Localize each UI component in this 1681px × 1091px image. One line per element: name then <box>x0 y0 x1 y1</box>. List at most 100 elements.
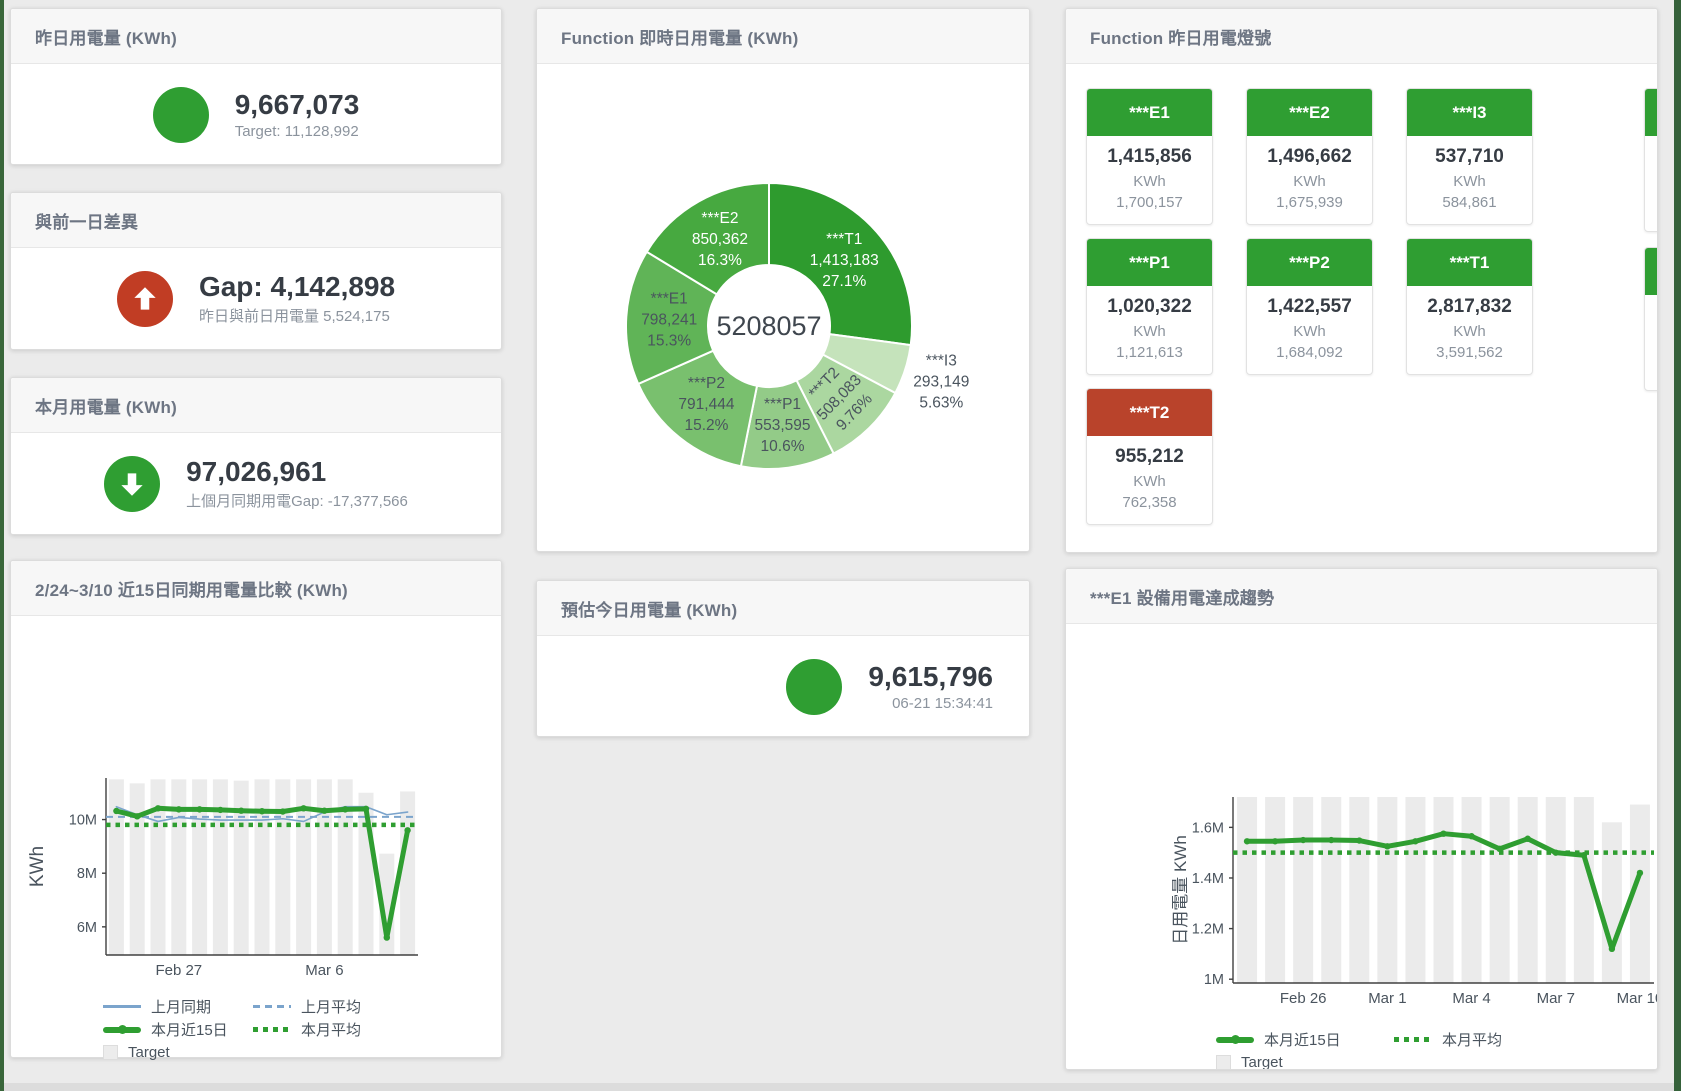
page-edge-strip-left <box>0 0 4 1091</box>
target-bar <box>1293 797 1313 983</box>
status-tile-body: 1,496,662 KWh 1,675,939 <box>1247 136 1372 224</box>
tile-unit: KWh <box>1251 173 1368 190</box>
target-bar <box>255 779 270 955</box>
legend-row: Target <box>103 1041 501 1064</box>
target-bar <box>1574 797 1594 983</box>
panel-status-lights: Function 昨日用電燈號 ***E11,415,856KWh1,700,1… <box>1065 8 1658 553</box>
legend-row: Target <box>1216 1051 1657 1070</box>
legend-swatch-line-icon <box>103 1005 141 1008</box>
stat-body: 97,026,961 上個月同期用電Gap: -17,377,566 <box>11 433 501 535</box>
series-point <box>1412 838 1418 844</box>
series-point <box>134 813 140 819</box>
donut-slice-label: ***I3293,1495.63% <box>913 352 969 411</box>
legend-item[interactable]: Target <box>1216 1054 1394 1070</box>
series-point <box>1300 837 1306 843</box>
stat-subtext: 上個月同期用電Gap: -17,377,566 <box>186 490 408 511</box>
legend-label: 本月近15日 <box>151 1019 228 1040</box>
tile-unit: KWh <box>1411 173 1528 190</box>
series-point <box>1356 837 1362 843</box>
tile-target: 762,358 <box>1091 494 1208 511</box>
panel-realtime-donut: Function 即時日用電量 (KWh) ***T11,413,18327.1… <box>536 8 1030 552</box>
legend-label: 本月平均 <box>301 1019 361 1040</box>
legend-label: Target <box>1241 1054 1283 1070</box>
status-tile-header: ***T2 <box>1087 389 1212 436</box>
legend-label: 本月平均 <box>1442 1029 1502 1050</box>
target-bar <box>1405 797 1425 983</box>
status-tile-header <box>1645 89 1658 136</box>
trend-chart[interactable]: 1M1.2M1.4M1.6MFeb 26Mar 1Mar 4Mar 7Mar 1… <box>1066 624 1657 1019</box>
legend-row: 本月近15日 本月平均 <box>1216 1028 1657 1051</box>
legend-item[interactable]: 上月平均 <box>253 996 403 1017</box>
legend-item[interactable]: 本月近15日 <box>103 1019 253 1040</box>
legend-label: 上月平均 <box>301 996 361 1017</box>
x-tick-label: Feb 26 <box>1280 990 1327 1007</box>
x-tick-label: Mar 10 <box>1617 990 1657 1007</box>
panel-estimate-today: 預估今日用電量 (KWh) 9,615,796 06-21 15:34:41 <box>536 580 1030 737</box>
y-tick-label: 10M <box>69 813 97 829</box>
status-tile-body: 537,710KWh584,861 <box>1407 136 1532 224</box>
series-point <box>1525 836 1531 842</box>
series-point <box>1384 843 1390 849</box>
tile-target: 1,675,939 <box>1251 194 1368 211</box>
target-bar <box>109 779 124 955</box>
legend-item[interactable]: 本月平均 <box>1394 1029 1572 1050</box>
series-point <box>1440 830 1446 836</box>
status-tile-E1: ***E11,415,856KWh1,700,157 <box>1086 88 1213 225</box>
legend-swatch-box-icon <box>1216 1055 1231 1070</box>
target-bar <box>275 779 290 955</box>
status-circle-icon <box>786 659 842 715</box>
stat-body: 9,615,796 06-21 15:34:41 <box>537 636 1029 738</box>
tile-value: 1,496,662 <box>1251 146 1368 168</box>
tile-target: 1,121,613 <box>1091 344 1208 361</box>
tile-unit: KWh <box>1091 473 1208 490</box>
legend-item[interactable]: Target <box>103 1044 253 1061</box>
series-point <box>404 827 410 833</box>
target-bar <box>192 779 207 955</box>
series-point <box>238 808 244 814</box>
status-tile-body <box>1645 295 1658 318</box>
legend-label: 上月同期 <box>151 996 211 1017</box>
target-bar <box>1321 797 1341 983</box>
arrow-up-circle-icon <box>117 271 173 327</box>
legend-label: Target <box>128 1044 170 1061</box>
horizontal-scrollbar-track[interactable] <box>4 1083 1674 1091</box>
target-bar <box>234 781 249 955</box>
status-tile-body: 955,212KWh762,358 <box>1087 436 1212 524</box>
status-tile-row: ***T2955,212KWh762,358 <box>1086 388 1657 525</box>
target-bar <box>1349 797 1369 983</box>
target-bar <box>1518 797 1538 983</box>
panel-e1-trend: ***E1 設備用電達成趨勢 1M1.2M1.4M1.6MFeb 26Mar 1… <box>1065 568 1658 1070</box>
series-point <box>1244 838 1250 844</box>
page-edge-strip-right <box>1674 0 1681 1091</box>
y-axis-label: KWh <box>27 846 48 887</box>
x-tick-label: Mar 1 <box>1368 990 1406 1007</box>
comparison-chart[interactable]: 6M8M10MFeb 27Mar 6KWh <box>11 616 501 988</box>
target-bar <box>1462 797 1482 983</box>
target-bar <box>130 783 145 955</box>
stat-value: 9,667,073 <box>235 90 360 121</box>
series-point <box>176 806 182 812</box>
legend-item[interactable]: 上月同期 <box>103 996 253 1017</box>
series-point <box>217 807 223 813</box>
tile-target: 1,684,092 <box>1251 344 1368 361</box>
x-tick-label: Feb 27 <box>155 962 202 979</box>
target-bar <box>1546 797 1566 983</box>
panel-title: 與前一日差異 <box>11 193 501 248</box>
legend-item[interactable]: 本月平均 <box>253 1019 403 1040</box>
panel-title: 預估今日用電量 (KWh) <box>537 581 1029 636</box>
status-tile-body <box>1645 136 1658 159</box>
donut-chart[interactable]: ***T11,413,18327.1%***I3293,1495.63%***T… <box>537 64 1029 550</box>
trend-chart-legend: 本月近15日 本月平均 Target <box>1216 1028 1657 1070</box>
status-tile-body: 1,415,856KWh1,700,157 <box>1087 136 1212 224</box>
panel-15day-comparison: 2/24~3/10 近15日同期用電量比較 (KWh) 6M8M10MFeb 2… <box>10 560 502 1058</box>
panel-title: Function 昨日用電燈號 <box>1066 9 1657 64</box>
tile-unit: KWh <box>1251 323 1368 340</box>
series-point <box>259 808 265 814</box>
legend-item[interactable]: 本月近15日 <box>1216 1029 1394 1050</box>
y-tick-label: 8M <box>77 866 97 882</box>
tile-target: 1,700,157 <box>1091 194 1208 211</box>
panel-title: 本月用電量 (KWh) <box>11 378 501 433</box>
status-tile-header: ***E1 <box>1087 89 1212 136</box>
target-bar <box>171 779 186 955</box>
x-tick-label: Mar 7 <box>1537 990 1575 1007</box>
